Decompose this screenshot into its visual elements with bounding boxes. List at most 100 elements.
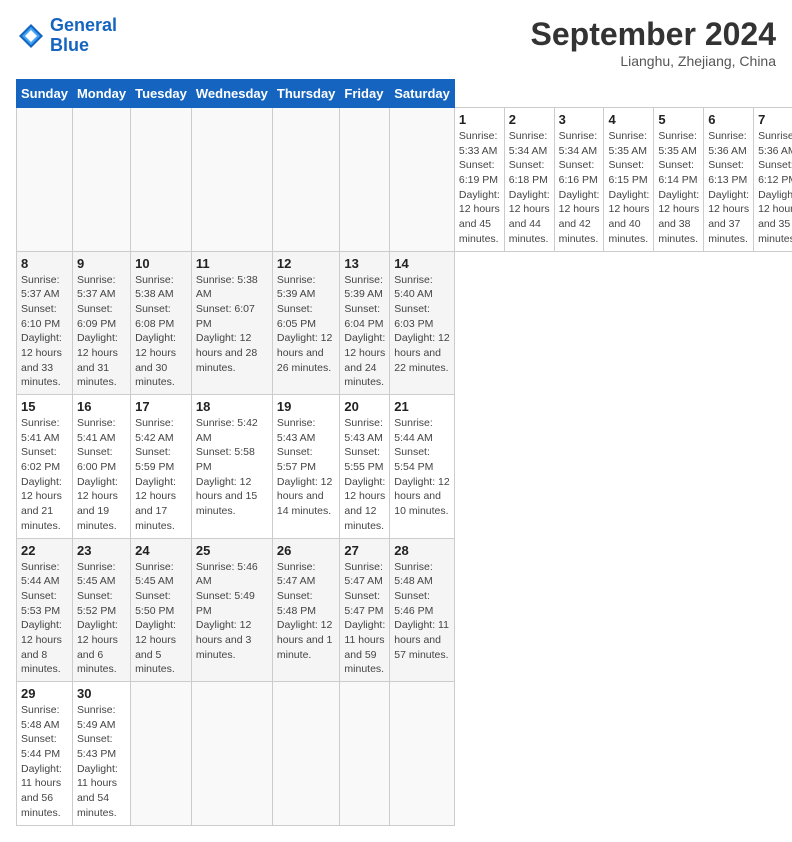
- day-detail: Sunrise: 5:44 AM Sunset: 5:53 PM Dayligh…: [21, 560, 68, 678]
- day-detail: Sunrise: 5:34 AM Sunset: 6:18 PM Dayligh…: [509, 129, 550, 247]
- col-wednesday: Wednesday: [191, 80, 272, 108]
- calendar-cell: [272, 682, 340, 826]
- location: Lianghu, Zhejiang, China: [531, 53, 776, 69]
- logo-icon: [16, 21, 46, 51]
- col-saturday: Saturday: [390, 80, 455, 108]
- day-detail: Sunrise: 5:40 AM Sunset: 6:03 PM Dayligh…: [394, 273, 450, 376]
- col-friday: Friday: [340, 80, 390, 108]
- title-block: September 2024 Lianghu, Zhejiang, China: [531, 16, 776, 69]
- day-detail: Sunrise: 5:34 AM Sunset: 6:16 PM Dayligh…: [559, 129, 600, 247]
- day-number: 17: [135, 399, 187, 414]
- day-detail: Sunrise: 5:49 AM Sunset: 5:43 PM Dayligh…: [77, 703, 126, 821]
- day-number: 27: [344, 543, 385, 558]
- day-detail: Sunrise: 5:44 AM Sunset: 5:54 PM Dayligh…: [394, 416, 450, 519]
- day-number: 23: [77, 543, 126, 558]
- calendar-cell: 21 Sunrise: 5:44 AM Sunset: 5:54 PM Dayl…: [390, 395, 455, 539]
- logo-general: General: [50, 15, 117, 35]
- calendar-cell: 26 Sunrise: 5:47 AM Sunset: 5:48 PM Dayl…: [272, 538, 340, 682]
- calendar-header: Sunday Monday Tuesday Wednesday Thursday…: [17, 80, 792, 108]
- day-number: 20: [344, 399, 385, 414]
- calendar-week-5: 29 Sunrise: 5:48 AM Sunset: 5:44 PM Dayl…: [17, 682, 792, 826]
- day-detail: Sunrise: 5:41 AM Sunset: 6:02 PM Dayligh…: [21, 416, 68, 534]
- day-number: 5: [658, 112, 699, 127]
- calendar-cell: [340, 108, 390, 252]
- month-year: September 2024: [531, 16, 776, 53]
- day-number: 3: [559, 112, 600, 127]
- calendar-cell: 22 Sunrise: 5:44 AM Sunset: 5:53 PM Dayl…: [17, 538, 73, 682]
- calendar-cell: 24 Sunrise: 5:45 AM Sunset: 5:50 PM Dayl…: [131, 538, 192, 682]
- day-detail: Sunrise: 5:48 AM Sunset: 5:46 PM Dayligh…: [394, 560, 450, 663]
- logo: General Blue: [16, 16, 117, 56]
- day-number: 26: [277, 543, 336, 558]
- calendar-week-4: 22 Sunrise: 5:44 AM Sunset: 5:53 PM Dayl…: [17, 538, 792, 682]
- day-number: 6: [708, 112, 749, 127]
- day-number: 19: [277, 399, 336, 414]
- calendar-cell: 18 Sunrise: 5:42 AM Sunset: 5:58 PM Dayl…: [191, 395, 272, 539]
- day-number: 25: [196, 543, 268, 558]
- day-number: 22: [21, 543, 68, 558]
- day-detail: Sunrise: 5:46 AM Sunset: 5:49 PM Dayligh…: [196, 560, 268, 663]
- day-number: 14: [394, 256, 450, 271]
- col-monday: Monday: [72, 80, 130, 108]
- day-detail: Sunrise: 5:35 AM Sunset: 6:14 PM Dayligh…: [658, 129, 699, 247]
- day-number: 16: [77, 399, 126, 414]
- calendar-cell: [272, 108, 340, 252]
- day-number: 10: [135, 256, 187, 271]
- calendar-table: Sunday Monday Tuesday Wednesday Thursday…: [16, 79, 792, 826]
- calendar-body: 1 Sunrise: 5:33 AM Sunset: 6:19 PM Dayli…: [17, 108, 792, 826]
- day-detail: Sunrise: 5:45 AM Sunset: 5:52 PM Dayligh…: [77, 560, 126, 678]
- calendar-cell: 2 Sunrise: 5:34 AM Sunset: 6:18 PM Dayli…: [504, 108, 554, 252]
- day-detail: Sunrise: 5:42 AM Sunset: 5:58 PM Dayligh…: [196, 416, 268, 519]
- day-detail: Sunrise: 5:39 AM Sunset: 6:04 PM Dayligh…: [344, 273, 385, 391]
- page-header: General Blue September 2024 Lianghu, Zhe…: [16, 16, 776, 69]
- day-detail: Sunrise: 5:37 AM Sunset: 6:10 PM Dayligh…: [21, 273, 68, 391]
- day-number: 29: [21, 686, 68, 701]
- calendar-cell: 16 Sunrise: 5:41 AM Sunset: 6:00 PM Dayl…: [72, 395, 130, 539]
- calendar-cell: 14 Sunrise: 5:40 AM Sunset: 6:03 PM Dayl…: [390, 251, 455, 395]
- calendar-cell: 13 Sunrise: 5:39 AM Sunset: 6:04 PM Dayl…: [340, 251, 390, 395]
- calendar-cell: 23 Sunrise: 5:45 AM Sunset: 5:52 PM Dayl…: [72, 538, 130, 682]
- calendar-cell: [131, 682, 192, 826]
- calendar-week-1: 1 Sunrise: 5:33 AM Sunset: 6:19 PM Dayli…: [17, 108, 792, 252]
- day-detail: Sunrise: 5:35 AM Sunset: 6:15 PM Dayligh…: [608, 129, 649, 247]
- calendar-cell: 29 Sunrise: 5:48 AM Sunset: 5:44 PM Dayl…: [17, 682, 73, 826]
- day-number: 28: [394, 543, 450, 558]
- calendar-cell: 20 Sunrise: 5:43 AM Sunset: 5:55 PM Dayl…: [340, 395, 390, 539]
- calendar-cell: [390, 108, 455, 252]
- calendar-week-2: 8 Sunrise: 5:37 AM Sunset: 6:10 PM Dayli…: [17, 251, 792, 395]
- day-detail: Sunrise: 5:33 AM Sunset: 6:19 PM Dayligh…: [459, 129, 500, 247]
- day-number: 18: [196, 399, 268, 414]
- calendar-cell: 30 Sunrise: 5:49 AM Sunset: 5:43 PM Dayl…: [72, 682, 130, 826]
- calendar-cell: 11 Sunrise: 5:38 AM Sunset: 6:07 PM Dayl…: [191, 251, 272, 395]
- day-detail: Sunrise: 5:43 AM Sunset: 5:57 PM Dayligh…: [277, 416, 336, 519]
- calendar-cell: 1 Sunrise: 5:33 AM Sunset: 6:19 PM Dayli…: [454, 108, 504, 252]
- day-detail: Sunrise: 5:38 AM Sunset: 6:08 PM Dayligh…: [135, 273, 187, 391]
- day-detail: Sunrise: 5:37 AM Sunset: 6:09 PM Dayligh…: [77, 273, 126, 391]
- calendar-cell: 25 Sunrise: 5:46 AM Sunset: 5:49 PM Dayl…: [191, 538, 272, 682]
- calendar-cell: [191, 682, 272, 826]
- day-detail: Sunrise: 5:45 AM Sunset: 5:50 PM Dayligh…: [135, 560, 187, 678]
- calendar-cell: 28 Sunrise: 5:48 AM Sunset: 5:46 PM Dayl…: [390, 538, 455, 682]
- day-number: 30: [77, 686, 126, 701]
- calendar-cell: 27 Sunrise: 5:47 AM Sunset: 5:47 PM Dayl…: [340, 538, 390, 682]
- header-row: Sunday Monday Tuesday Wednesday Thursday…: [17, 80, 792, 108]
- col-tuesday: Tuesday: [131, 80, 192, 108]
- calendar-cell: 19 Sunrise: 5:43 AM Sunset: 5:57 PM Dayl…: [272, 395, 340, 539]
- calendar-cell: 5 Sunrise: 5:35 AM Sunset: 6:14 PM Dayli…: [654, 108, 704, 252]
- day-detail: Sunrise: 5:36 AM Sunset: 6:13 PM Dayligh…: [708, 129, 749, 247]
- calendar-cell: 15 Sunrise: 5:41 AM Sunset: 6:02 PM Dayl…: [17, 395, 73, 539]
- calendar-cell: 4 Sunrise: 5:35 AM Sunset: 6:15 PM Dayli…: [604, 108, 654, 252]
- calendar-cell: [390, 682, 455, 826]
- day-number: 4: [608, 112, 649, 127]
- calendar-cell: 10 Sunrise: 5:38 AM Sunset: 6:08 PM Dayl…: [131, 251, 192, 395]
- calendar-cell: [17, 108, 73, 252]
- day-detail: Sunrise: 5:39 AM Sunset: 6:05 PM Dayligh…: [277, 273, 336, 376]
- col-sunday: Sunday: [17, 80, 73, 108]
- calendar-cell: 12 Sunrise: 5:39 AM Sunset: 6:05 PM Dayl…: [272, 251, 340, 395]
- calendar-week-3: 15 Sunrise: 5:41 AM Sunset: 6:02 PM Dayl…: [17, 395, 792, 539]
- day-number: 15: [21, 399, 68, 414]
- calendar-cell: 8 Sunrise: 5:37 AM Sunset: 6:10 PM Dayli…: [17, 251, 73, 395]
- day-number: 24: [135, 543, 187, 558]
- day-detail: Sunrise: 5:38 AM Sunset: 6:07 PM Dayligh…: [196, 273, 268, 376]
- day-number: 12: [277, 256, 336, 271]
